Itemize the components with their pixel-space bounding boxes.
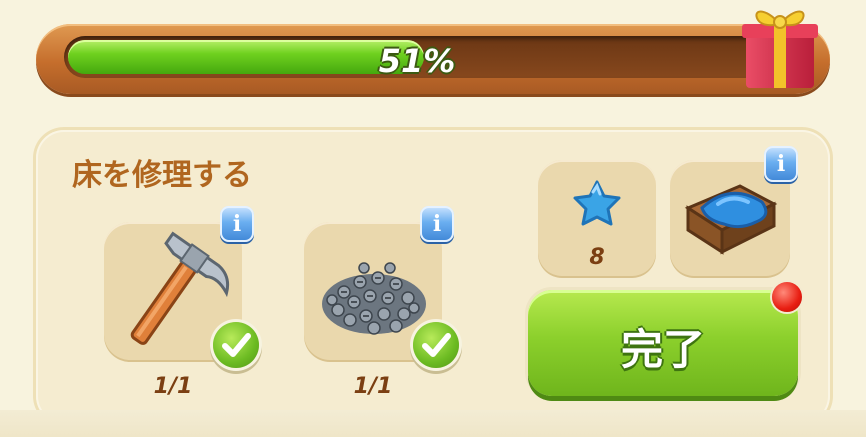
task-title: 床を修理する: [72, 158, 252, 193]
reward-star-amount: 8: [589, 245, 605, 270]
material-count-hammer: 1/1: [153, 374, 193, 399]
info-button-screws[interactable]: i: [420, 206, 454, 242]
notification-dot: [772, 282, 802, 312]
progress-track: 51%: [64, 36, 770, 78]
progress-percent: 51%: [378, 42, 456, 78]
checkmark-icon-screws: [413, 322, 459, 368]
bottom-strip: [0, 410, 866, 437]
complete-button[interactable]: 完了: [528, 290, 798, 396]
checkmark-icon-hammer: [213, 322, 259, 368]
gift-box-icon[interactable]: [740, 0, 820, 92]
info-button-hammer[interactable]: i: [220, 206, 254, 242]
progress-bar-frame: 51%: [36, 24, 830, 94]
blue-star-icon: [573, 180, 621, 226]
info-button-reward-item[interactable]: i: [764, 146, 798, 182]
material-count-screws: 1/1: [353, 374, 393, 399]
complete-button-label: 完了: [620, 325, 705, 374]
